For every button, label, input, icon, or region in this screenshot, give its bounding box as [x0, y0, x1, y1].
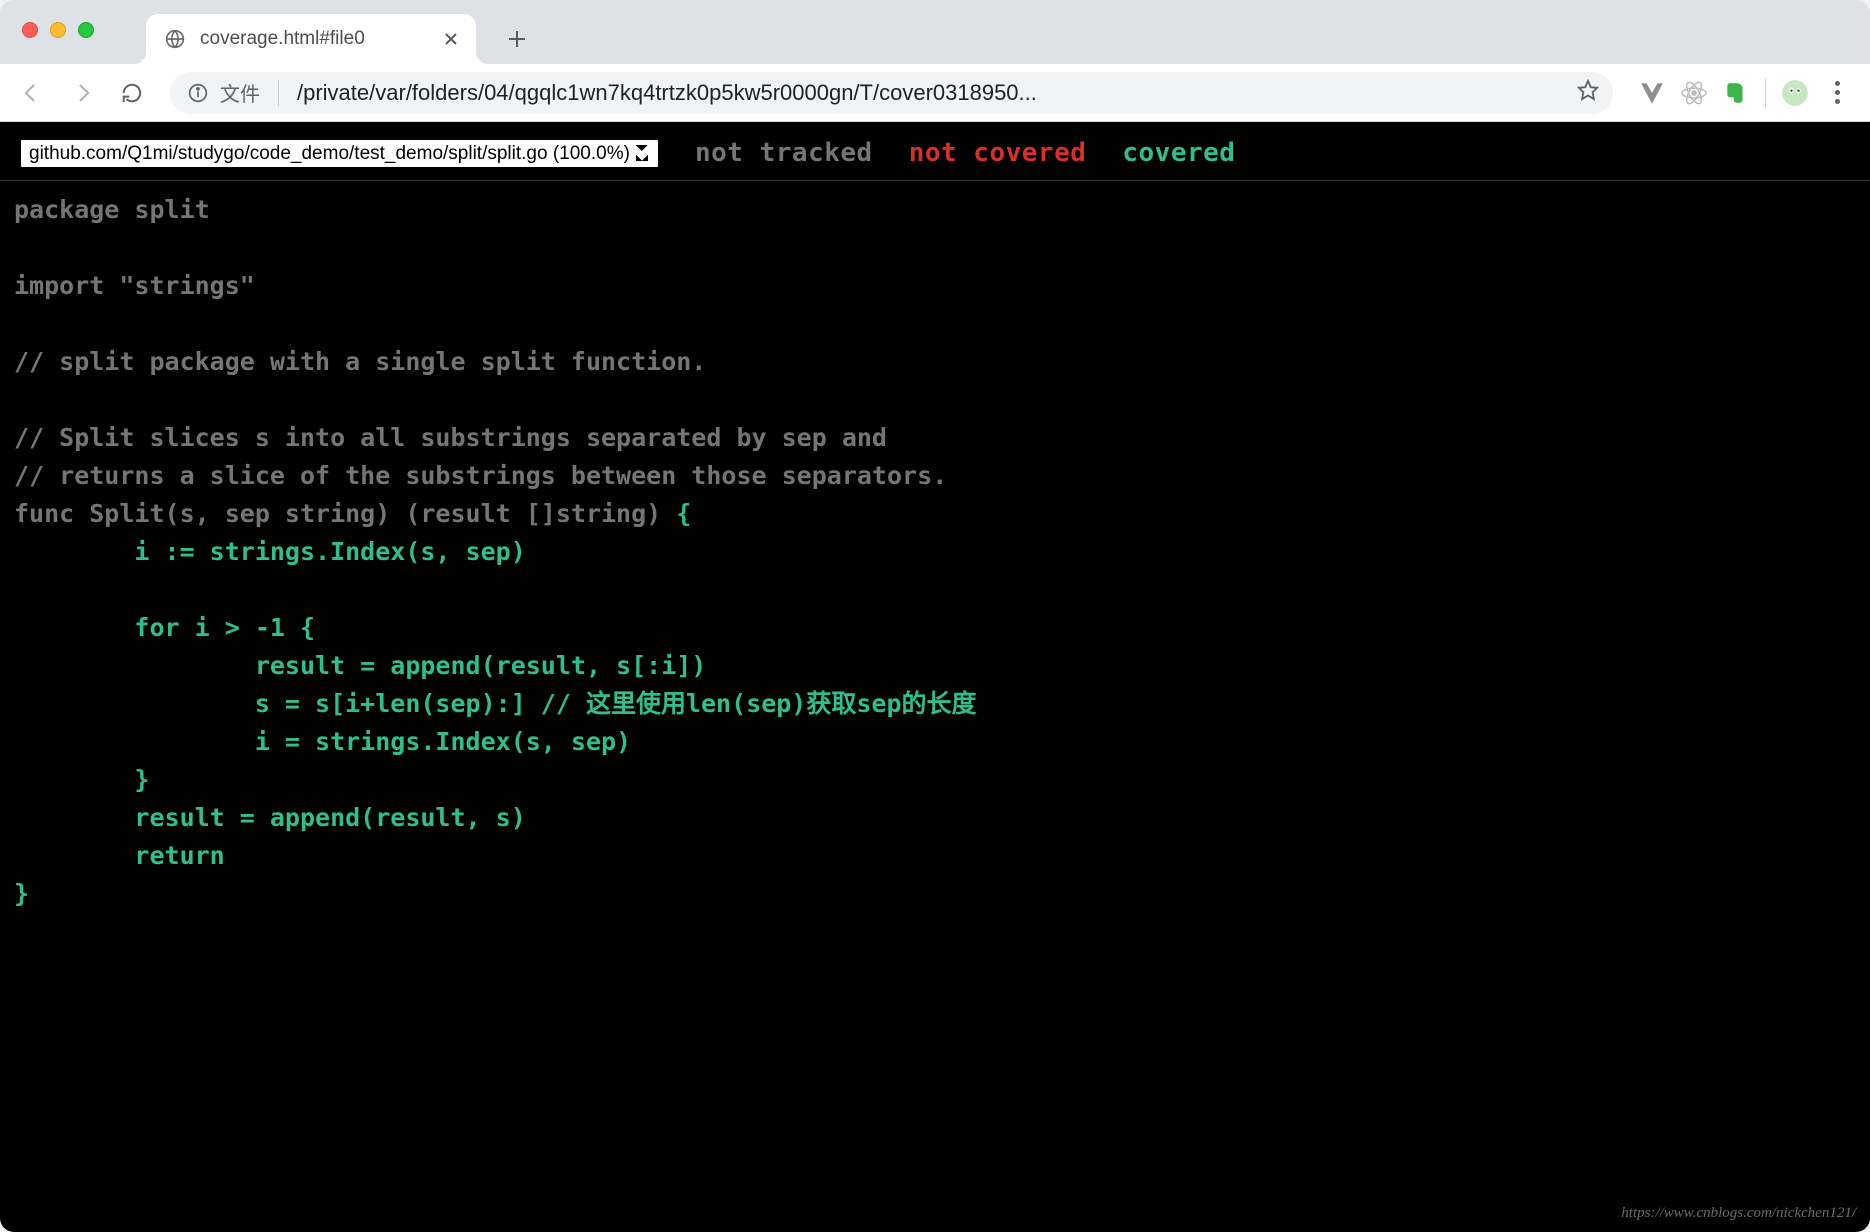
legend-covered: covered	[1122, 138, 1235, 168]
menu-button[interactable]	[1820, 76, 1854, 110]
info-icon	[188, 83, 208, 103]
titlebar: coverage.html#file0	[0, 0, 1870, 64]
reload-button[interactable]	[110, 71, 154, 115]
tab-title: coverage.html#file0	[200, 28, 428, 50]
legend-not-tracked: not tracked	[695, 138, 873, 168]
browser-window: coverage.html#file0	[0, 0, 1870, 1232]
coverage-legend: not tracked not covered covered	[695, 138, 1235, 168]
globe-icon	[164, 28, 186, 50]
omnibox-divider	[278, 80, 279, 106]
browser-tab[interactable]: coverage.html#file0	[146, 14, 476, 64]
window-close-button[interactable]	[22, 22, 38, 38]
window-maximize-button[interactable]	[78, 22, 94, 38]
source-code: package split import "strings" // split …	[0, 181, 1870, 913]
vue-extension-icon[interactable]	[1635, 76, 1669, 110]
address-bar[interactable]: 文件 /private/var/folders/04/qgqlc1wn7kq4t…	[170, 72, 1613, 114]
back-button[interactable]	[10, 71, 54, 115]
legend-not-covered: not covered	[909, 138, 1087, 168]
tab-close-button[interactable]	[442, 30, 460, 48]
evernote-extension-icon[interactable]	[1719, 76, 1753, 110]
url-scheme-label: 文件	[220, 78, 260, 107]
new-tab-button[interactable]	[498, 20, 536, 58]
coverage-divider	[0, 180, 1870, 181]
bookmark-star-icon[interactable]	[1577, 79, 1599, 106]
coverage-header: github.com/Q1mi/studygo/code_demo/test_d…	[0, 122, 1870, 180]
extensions-row	[1635, 76, 1854, 110]
extensions-separator	[1765, 78, 1766, 108]
page-viewport: github.com/Q1mi/studygo/code_demo/test_d…	[0, 122, 1870, 1232]
watermark-text: https://www.cnblogs.com/nickchen121/	[1621, 1205, 1856, 1222]
profile-avatar-icon[interactable]	[1778, 76, 1812, 110]
forward-button[interactable]	[60, 71, 104, 115]
window-controls	[22, 22, 94, 38]
react-extension-icon[interactable]	[1677, 76, 1711, 110]
window-minimize-button[interactable]	[50, 22, 66, 38]
code-uncovered-head: package split import "strings" // split …	[14, 195, 947, 528]
code-covered-body: i := strings.Index(s, sep) for i > -1 { …	[14, 537, 977, 908]
url-text: /private/var/folders/04/qgqlc1wn7kq4trtz…	[297, 80, 1565, 106]
toolbar: 文件 /private/var/folders/04/qgqlc1wn7kq4t…	[0, 64, 1870, 122]
file-select-dropdown[interactable]: github.com/Q1mi/studygo/code_demo/test_d…	[20, 139, 659, 168]
code-covered-brace: {	[676, 499, 691, 528]
